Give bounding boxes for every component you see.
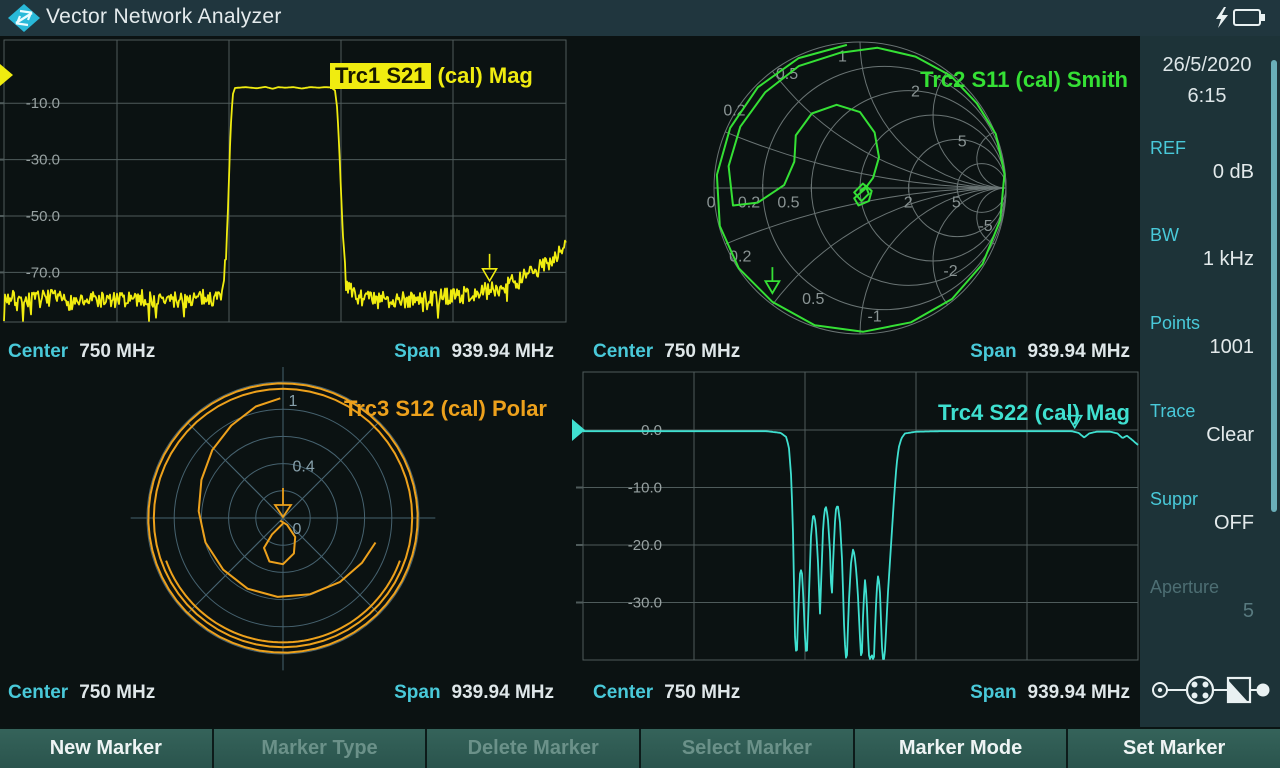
battery-charging-icon — [1212, 6, 1268, 30]
sidebar-param-points: Points1001 — [1140, 313, 1280, 359]
param-label: Trace — [1150, 401, 1280, 422]
param-value: Clear — [1140, 424, 1254, 447]
softkey-select-marker[interactable]: Select Marker — [641, 729, 855, 768]
trc2-axis-row: Center 750 MHz Span 939.94 MHz — [572, 336, 1140, 367]
center-label: Center — [593, 341, 653, 363]
svg-text:-10.0: -10.0 — [26, 95, 60, 112]
softkey-label: New Marker — [50, 737, 162, 760]
softkey-label: Marker Mode — [899, 737, 1022, 760]
span-value: 939.94 MHz — [1028, 341, 1130, 363]
param-value: 1 kHz — [1140, 248, 1254, 271]
center-label: Center — [593, 682, 653, 704]
softkey-delete-marker[interactable]: Delete Marker — [427, 729, 641, 768]
param-value: 0 dB — [1140, 161, 1254, 184]
svg-text:0: 0 — [707, 195, 716, 212]
span-value: 939.94 MHz — [452, 682, 554, 704]
trc1-label-highlight: Trc1 S21 — [330, 63, 431, 89]
svg-text:2: 2 — [904, 195, 913, 212]
center-value: 750 MHz — [79, 682, 155, 704]
svg-text:0.5: 0.5 — [777, 195, 799, 212]
svg-text:-30.0: -30.0 — [26, 152, 60, 169]
svg-text:-70.0: -70.0 — [26, 264, 60, 281]
param-label: REF — [1150, 138, 1280, 159]
quadrant-trc2-s11-smith[interactable]: 0.20.51250.20.5-1-2-500.20.525 Trc2 S11 … — [572, 36, 1140, 367]
quadrant-trc3-s12-polar[interactable]: 10.40 Trc3 S12 (cal) Polar Center 750 MH… — [0, 367, 572, 708]
softkey-marker-type[interactable]: Marker Type — [214, 729, 428, 768]
softkey-label: Marker Type — [261, 737, 377, 760]
center-value: 750 MHz — [664, 341, 740, 363]
span-value: 939.94 MHz — [452, 341, 554, 363]
page-title: Vector Network Analyzer — [46, 5, 282, 29]
svg-text:-5: -5 — [978, 218, 992, 235]
trc1-trace-label: Trc1 S21 (cal) Mag — [330, 63, 533, 89]
port-diagram-icon — [1150, 672, 1270, 708]
sidebar-param-suppr: SupprOFF — [1140, 489, 1280, 535]
trc4-trace-label: Trc4 S22 (cal) Mag — [938, 400, 1130, 426]
trc3-trace-label: Trc3 S12 (cal) Polar — [344, 396, 547, 422]
span-value: 939.94 MHz — [1028, 682, 1130, 704]
title-bar: Vector Network Analyzer — [0, 0, 1280, 36]
center-label: Center — [8, 682, 68, 704]
param-value: 5 — [1140, 600, 1254, 623]
softkey-marker-mode[interactable]: Marker Mode — [855, 729, 1069, 768]
svg-text:0.5: 0.5 — [802, 291, 824, 308]
settings-sidebar: 26/5/2020 6:15 REF0 dB BW1 kHz Points1001 T… — [1140, 36, 1280, 727]
span-label: Span — [394, 682, 440, 704]
trc2-trace-label: Trc2 S11 (cal) Smith — [920, 67, 1128, 93]
center-label: Center — [8, 341, 68, 363]
svg-text:-2: -2 — [943, 263, 957, 280]
softkey-bar: New Marker Marker Type Delete Marker Select… — [0, 727, 1280, 768]
quadrant-trc1-s21-mag[interactable]: -10.0 -30.0 -50.0 -70.0 Trc1 S21 (cal) Mag C… — [0, 36, 572, 367]
svg-text:0.2: 0.2 — [729, 249, 751, 266]
softkey-new-marker[interactable]: New Marker — [0, 729, 214, 768]
sidebar-scrollbar[interactable] — [1271, 60, 1277, 512]
svg-text:1: 1 — [288, 393, 297, 410]
trc4-axis-row: Center 750 MHz Span 939.94 MHz — [572, 677, 1140, 708]
sidebar-param-ref: REF0 dB — [1140, 138, 1280, 184]
rs-logo-icon — [7, 3, 41, 33]
svg-text:-1: -1 — [867, 308, 881, 325]
svg-text:2: 2 — [911, 84, 920, 101]
trc3-axis-row: Center 750 MHz Span 939.94 MHz — [0, 677, 572, 708]
svg-text:5: 5 — [958, 133, 967, 150]
svg-text:5: 5 — [952, 195, 961, 212]
sidebar-param-trace: TraceClear — [1140, 401, 1280, 447]
svg-text:-10.0: -10.0 — [628, 480, 662, 497]
svg-text:-30.0: -30.0 — [628, 595, 662, 612]
sidebar-param-aperture: Aperture5 — [1140, 577, 1280, 623]
vna-screen: Vector Network Analyzer -10.0-30.0-50.0-… — [0, 0, 1280, 768]
param-label: Points — [1150, 313, 1280, 334]
param-label: Suppr — [1150, 489, 1280, 510]
param-value: 1001 — [1140, 336, 1254, 359]
softkey-label: Select Marker — [682, 737, 812, 760]
date-time: 26/5/2020 6:15 — [1140, 50, 1274, 112]
param-value: OFF — [1140, 512, 1254, 535]
svg-text:-20.0: -20.0 — [628, 537, 662, 554]
svg-text:0.4: 0.4 — [293, 458, 315, 475]
span-label: Span — [970, 341, 1016, 363]
softkey-set-marker[interactable]: Set Marker — [1068, 729, 1280, 768]
status-date: 26/5/2020 — [1140, 50, 1274, 81]
softkey-label: Delete Marker — [468, 737, 599, 760]
svg-text:-50.0: -50.0 — [26, 208, 60, 225]
span-label: Span — [970, 682, 1016, 704]
param-label: Aperture — [1150, 577, 1280, 598]
sidebar-param-bw: BW1 kHz — [1140, 225, 1280, 271]
softkey-label: Set Marker — [1123, 737, 1225, 760]
trc1-label-rest: (cal) Mag — [438, 63, 533, 88]
center-value: 750 MHz — [79, 341, 155, 363]
status-time: 6:15 — [1140, 81, 1274, 112]
quadrant-trc4-s22-mag[interactable]: 0.0-10.0-20.0-30.0 Trc4 S22 (cal) Mag Ce… — [572, 367, 1140, 708]
span-label: Span — [394, 341, 440, 363]
trc1-axis-row: Center 750 MHz Span 939.94 MHz — [0, 336, 572, 367]
param-label: BW — [1150, 225, 1280, 246]
center-value: 750 MHz — [664, 682, 740, 704]
